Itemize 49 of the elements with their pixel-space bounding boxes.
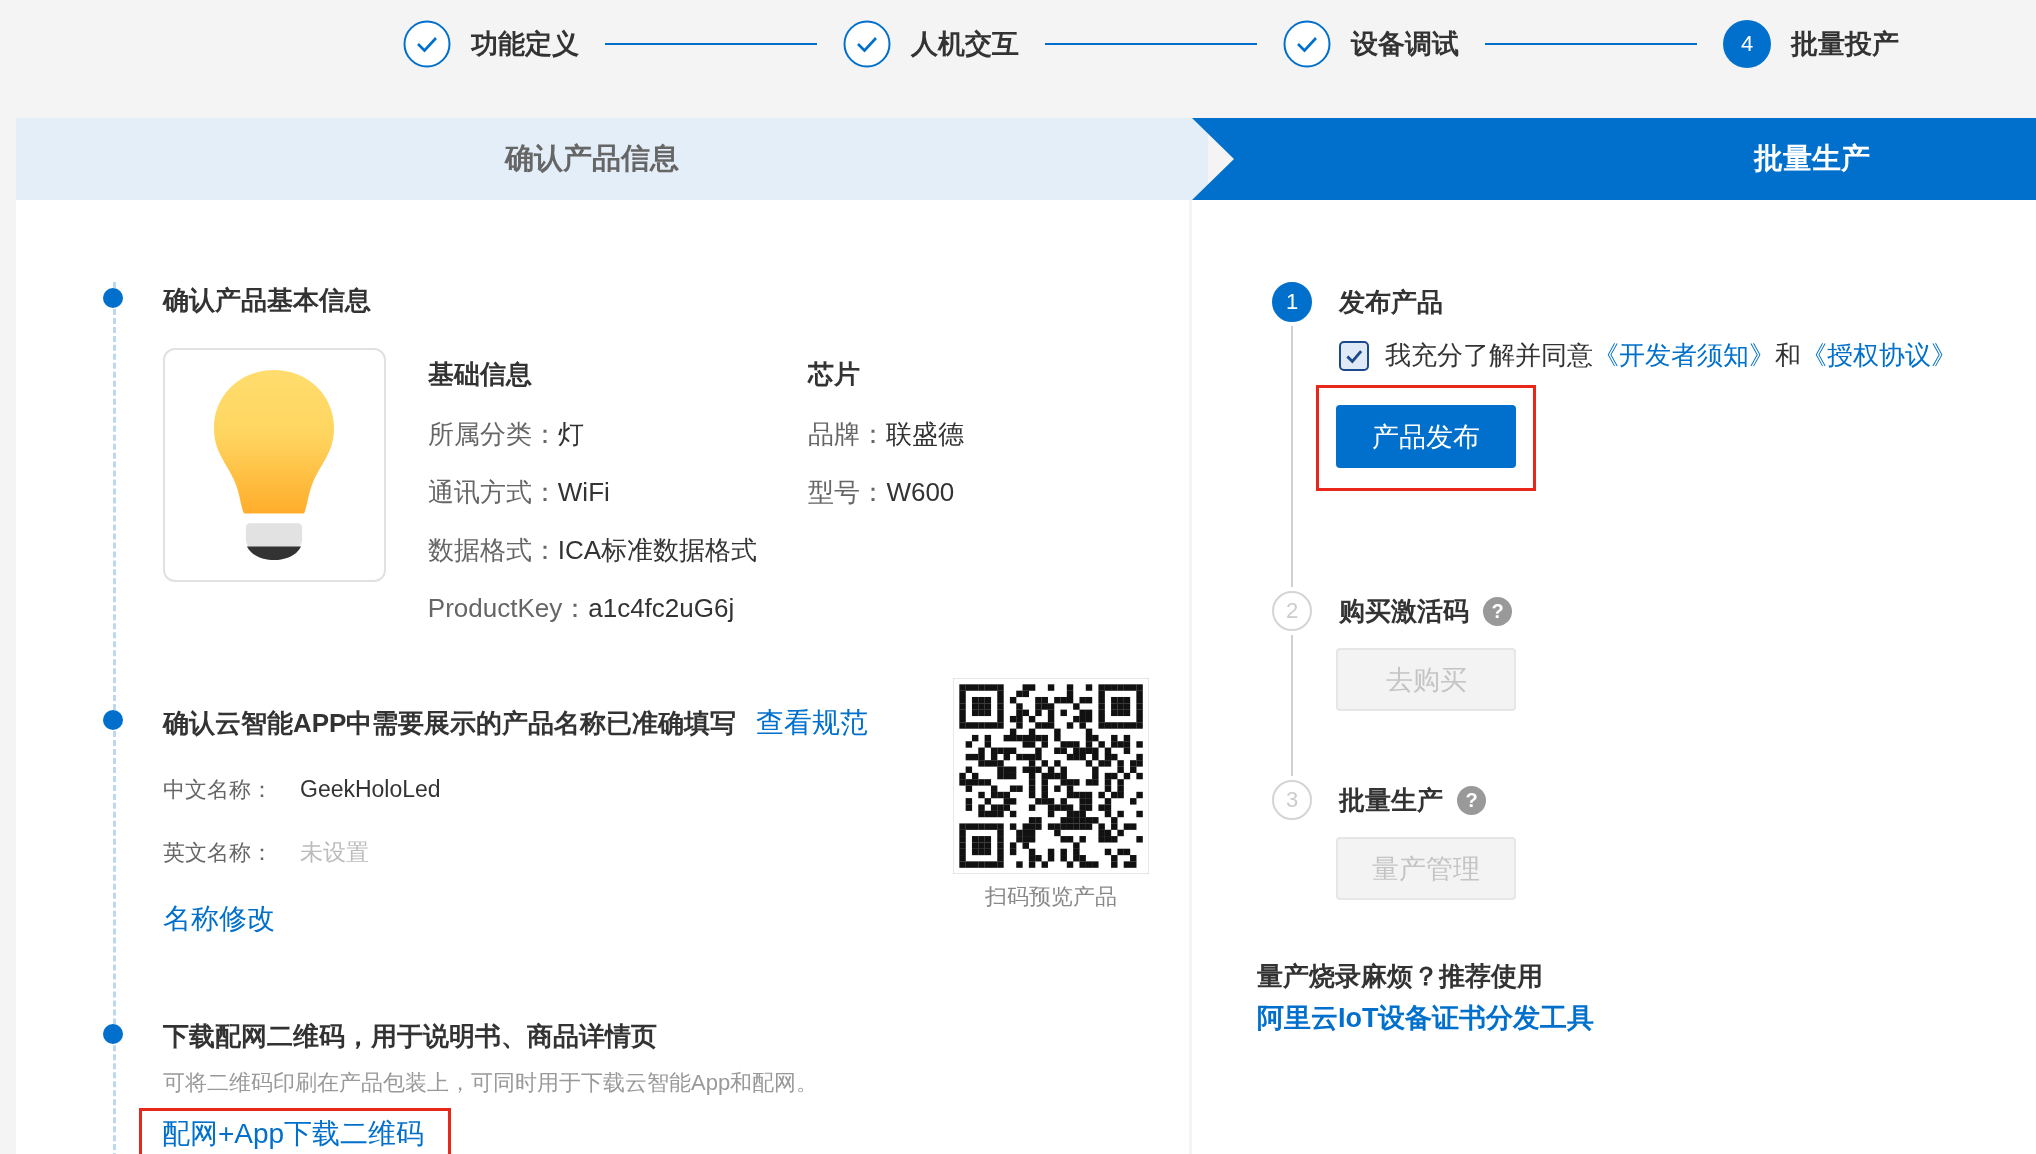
field-label: 英文名称： <box>163 838 274 867</box>
step-number: 4 <box>1723 20 1771 68</box>
name-input[interactable]: 未设置 <box>300 837 600 868</box>
field-label: ProductKey： <box>427 593 589 623</box>
section-title: 下载配网二维码，用于说明书、商品详情页 <box>163 1020 658 1053</box>
step-title: 批量生产 <box>1339 783 1443 817</box>
step-label: 设备调试 <box>1351 28 1459 61</box>
license-agreement-link[interactable]: 《授权协议》 <box>1801 340 1957 370</box>
help-icon[interactable]: ? <box>1457 785 1486 815</box>
field-label: 品牌： <box>808 419 887 449</box>
field-label: 数据格式： <box>427 535 558 565</box>
qr-caption: 扫码预览产品 <box>985 883 1117 911</box>
download-qr-link[interactable]: 配网+App下载二维码 <box>162 1118 425 1149</box>
certificate-tool-link[interactable]: 阿里云IoT设备证书分发工具 <box>1257 1000 1595 1036</box>
timeline-dot <box>103 288 123 308</box>
field-label: 中文名称： <box>163 775 274 804</box>
developer-notice-link[interactable]: 《开发者须知》 <box>1593 340 1775 370</box>
step-label: 批量投产 <box>1791 28 1899 61</box>
step-button[interactable]: 产品发布 <box>1336 405 1516 468</box>
column-heading: 芯片 <box>808 358 862 391</box>
description-text: 可将二维码印刷在产品包装上，可同时用于下载云智能App和配网。 <box>163 1069 820 1097</box>
field-value: WiFi <box>557 477 610 507</box>
field-value: a1c4fc2uG6j <box>588 593 735 623</box>
step-label: 功能定义 <box>471 28 579 61</box>
step-title: 购买激活码 <box>1339 594 1469 628</box>
field-value: 灯 <box>557 419 584 449</box>
name-input[interactable]: GeekHoloLed <box>300 774 600 805</box>
section-title: 确认云智能APP中需要展示的产品名称已准确填写 <box>163 707 737 740</box>
section-title: 确认产品基本信息 <box>163 284 372 317</box>
timeline-dot <box>103 1024 123 1044</box>
field-value: 联盛德 <box>886 419 965 449</box>
agreement-checkbox[interactable] <box>1339 340 1369 371</box>
field-value: ICA标准数据格式 <box>557 535 758 565</box>
field-label: 所属分类： <box>427 419 558 449</box>
field-label: 型号： <box>808 477 887 507</box>
promo-text: 量产烧录麻烦？推荐使用 <box>1257 960 1544 993</box>
help-icon[interactable]: ? <box>1483 596 1512 626</box>
rename-link[interactable]: 名称修改 <box>163 900 275 938</box>
step-title: 发布产品 <box>1339 285 1443 319</box>
field-label: 通讯方式： <box>427 477 558 507</box>
view-spec-link[interactable]: 查看规范 <box>756 704 869 742</box>
column-heading: 基础信息 <box>427 358 533 391</box>
phase-tab[interactable]: 批量生产 <box>1192 118 2036 200</box>
step-number: 1 <box>1272 282 1312 322</box>
step-label: 人机交互 <box>911 28 1019 61</box>
timeline-dot <box>103 710 123 730</box>
field-value: W600 <box>886 477 955 507</box>
phase-tab[interactable]: 确认产品信息 <box>16 118 1208 200</box>
agreement-text: 我充分了解并同意《开发者须知》和《授权协议》 <box>1385 339 1957 372</box>
